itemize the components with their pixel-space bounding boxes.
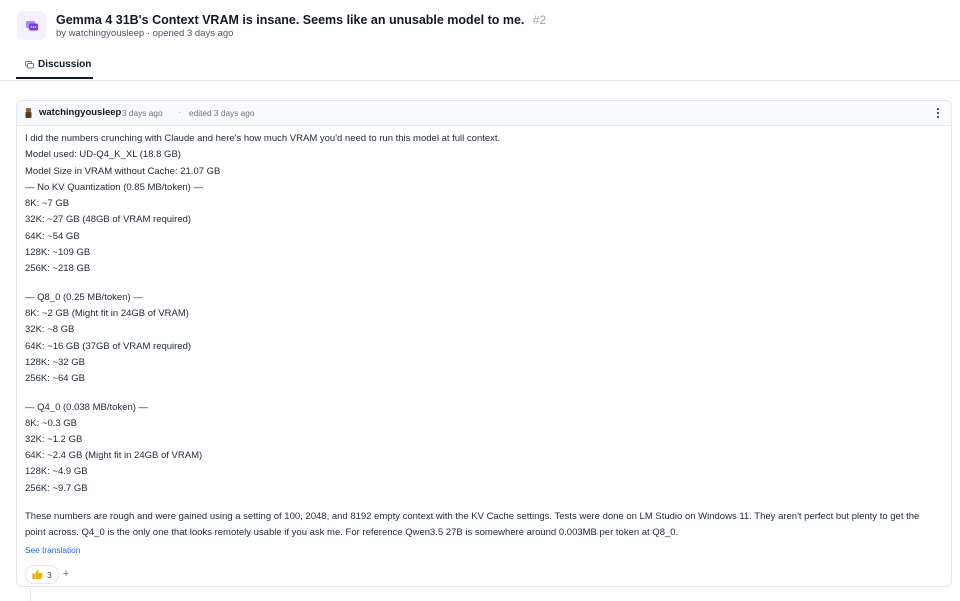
body-line: 8K: ~2 GB (Might fit in 24GB of VRAM) <box>25 308 189 319</box>
body-line: 64K: ~54 GB <box>25 231 80 242</box>
body-line: 64K: ~2.4 GB (Might fit in 24GB of VRAM) <box>25 450 203 461</box>
body-line: — No KV Quantization (0.85 MB/token) — <box>25 182 203 193</box>
tab-bar: Discussion <box>0 52 960 81</box>
body-line: 128K: ~109 GB <box>25 247 91 258</box>
comment-time: 3 days ago <box>122 108 163 118</box>
body-line: 128K: ~32 GB <box>25 357 85 368</box>
body-line: Model used: UD-Q4_K_XL (18.8 GB) <box>25 149 181 160</box>
body-line: 8K: ~7 GB <box>25 198 70 209</box>
reaction-count: 3 <box>47 569 52 580</box>
body-line: Model Size in VRAM without Cache: 21.07 … <box>25 166 221 177</box>
see-translation-link[interactable]: See translation <box>25 545 80 555</box>
discussion-header: Gemma 4 31B's Context VRAM is insane. Se… <box>16 8 944 44</box>
comment-card: watchingyousleep 3 days ago · edited 3 d… <box>16 100 952 587</box>
comment-header: watchingyousleep 3 days ago · edited 3 d… <box>17 101 951 126</box>
add-reaction-button[interactable]: + <box>59 567 73 581</box>
discussion-icon <box>17 11 46 40</box>
more-options-icon[interactable] <box>933 106 943 120</box>
body-line: — Q4_0 (0.038 MB/token) — <box>25 402 149 413</box>
discussion-number: #2 <box>532 13 547 27</box>
body-line: — Q8_0 (0.25 MB/token) — <box>25 292 143 303</box>
body-line: 64K: ~16 GB (37GB of VRAM required) <box>25 341 192 352</box>
comment-author[interactable]: watchingyousleep <box>39 107 121 118</box>
discussion-title: Gemma 4 31B's Context VRAM is insane. Se… <box>56 13 525 27</box>
body-line: 32K: ~8 GB <box>25 324 75 335</box>
discussion-subline: by watchingyousleep · opened 3 days ago <box>56 28 234 39</box>
edited-label[interactable]: edited 3 days ago <box>189 108 255 118</box>
body-line: 32K: ~1.2 GB <box>25 434 83 445</box>
tab-discussion-label: Discussion <box>38 59 92 70</box>
body-line: 8K: ~0.3 GB <box>25 418 78 429</box>
body-line: 256K: ~9.7 GB <box>25 483 88 494</box>
separator-dot: · <box>178 107 181 117</box>
thumbs-up-reaction[interactable]: 3 <box>25 565 59 584</box>
body-line: 256K: ~218 GB <box>25 263 91 274</box>
closing-paragraph: These numbers are rough and were gained … <box>25 511 920 538</box>
body-line: I did the numbers crunching with Claude … <box>25 133 501 144</box>
body-line: 128K: ~4.9 GB <box>25 466 88 477</box>
body-line: 32K: ~27 GB (48GB of VRAM required) <box>25 214 192 225</box>
tab-discussion[interactable]: Discussion <box>16 52 93 79</box>
thumbs-up-icon <box>32 569 43 580</box>
body-line: 256K: ~64 GB <box>25 373 85 384</box>
chat-icon <box>25 60 34 68</box>
avatar <box>25 108 32 118</box>
thread-line <box>30 588 31 601</box>
title-row: Gemma 4 31B's Context VRAM is insane. Se… <box>56 11 546 29</box>
